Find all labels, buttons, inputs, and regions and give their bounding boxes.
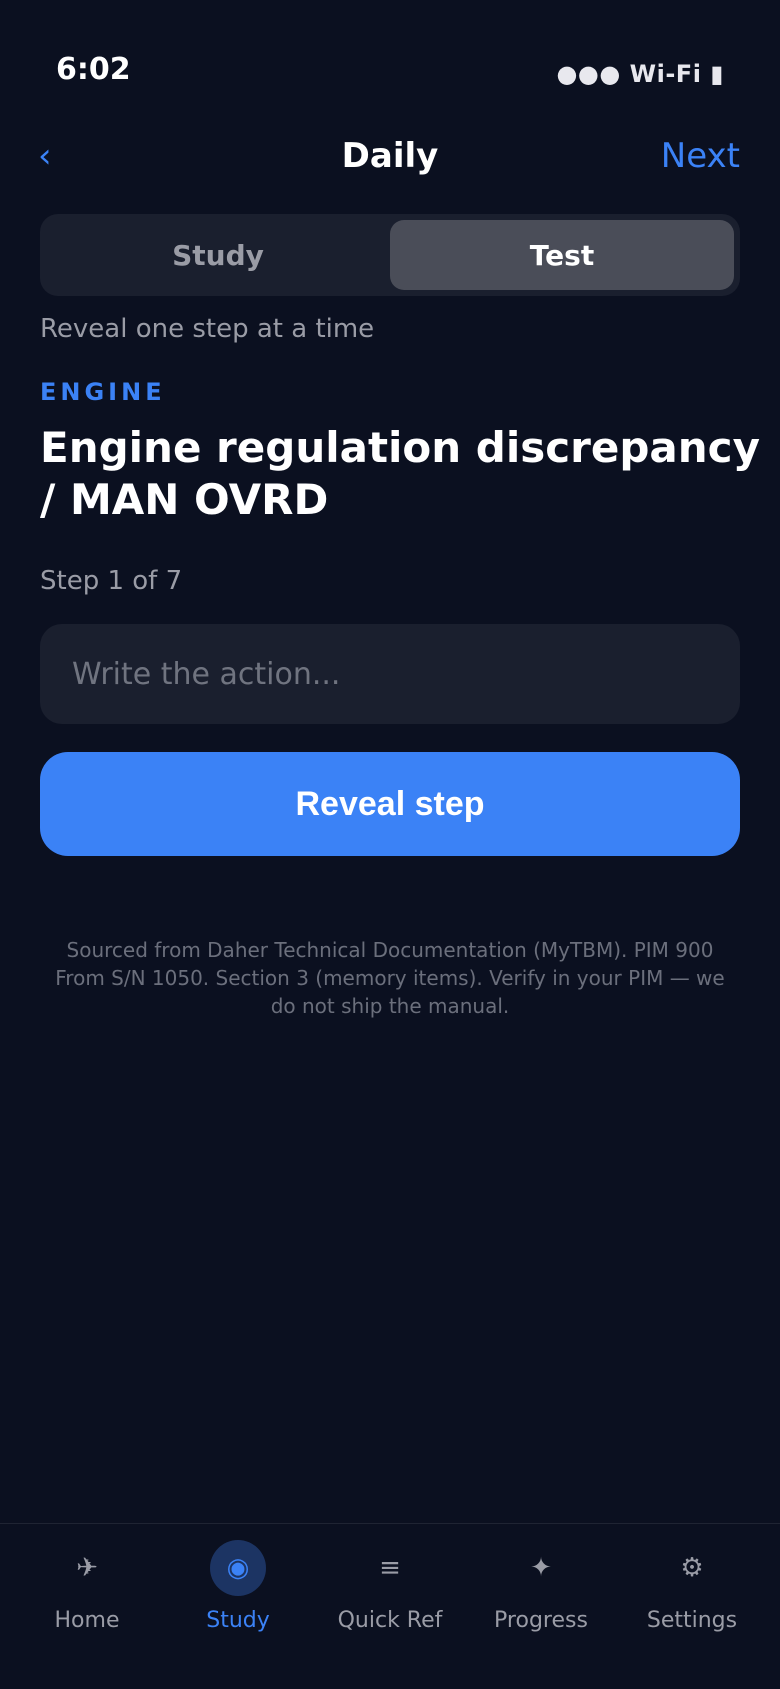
tab-label-home: Home (54, 1608, 120, 1633)
source-note: Sourced from Daher Technical Documentati… (55, 938, 725, 1018)
sparkle-icon: ✦ (530, 1553, 552, 1583)
segment-study[interactable]: Study (46, 220, 390, 290)
tab-settings[interactable]: ⚙ Settings (614, 1540, 770, 1660)
step-counter: Step 1 of 7 (40, 566, 183, 596)
tab-label-study: Study (206, 1608, 270, 1633)
tab-bar: ✈ Home ◉ Study ≡ Quick Ref ✦ Progress ⚙ … (0, 1523, 780, 1689)
tab-progress[interactable]: ✦ Progress (463, 1540, 619, 1660)
tab-quick-ref[interactable]: ≡ Quick Ref (312, 1540, 468, 1660)
navigation-bar: ‹ Daily Next (0, 128, 780, 188)
mode-hint: Reveal one step at a time (40, 314, 375, 344)
action-input[interactable] (40, 624, 740, 724)
tab-label-progress: Progress (494, 1608, 588, 1633)
mode-segmented-control: Study Test (40, 214, 740, 296)
list-icon: ≡ (379, 1553, 401, 1583)
next-button[interactable]: Next (661, 136, 740, 176)
segment-test[interactable]: Test (390, 220, 734, 290)
tab-label-quick-ref: Quick Ref (337, 1608, 443, 1633)
gear-icon: ⚙ (680, 1553, 704, 1583)
status-bar: 6:02 ●●● Wi-Fi ▮ (0, 0, 780, 120)
tab-label-settings: Settings (646, 1608, 738, 1633)
status-time: 6:02 (56, 52, 131, 87)
tab-home[interactable]: ✈ Home (9, 1540, 165, 1660)
procedure-title: Engine regulation discrepancy / MAN OVRD (40, 423, 760, 524)
status-indicators: ●●● Wi-Fi ▮ (556, 60, 724, 88)
target-icon: ◉ (210, 1540, 266, 1596)
tab-study[interactable]: ◉ Study (160, 1540, 316, 1660)
airplane-icon: ✈ (76, 1553, 98, 1583)
reveal-step-button[interactable]: Reveal step (40, 752, 740, 856)
category-label: ENGINE (40, 378, 166, 406)
